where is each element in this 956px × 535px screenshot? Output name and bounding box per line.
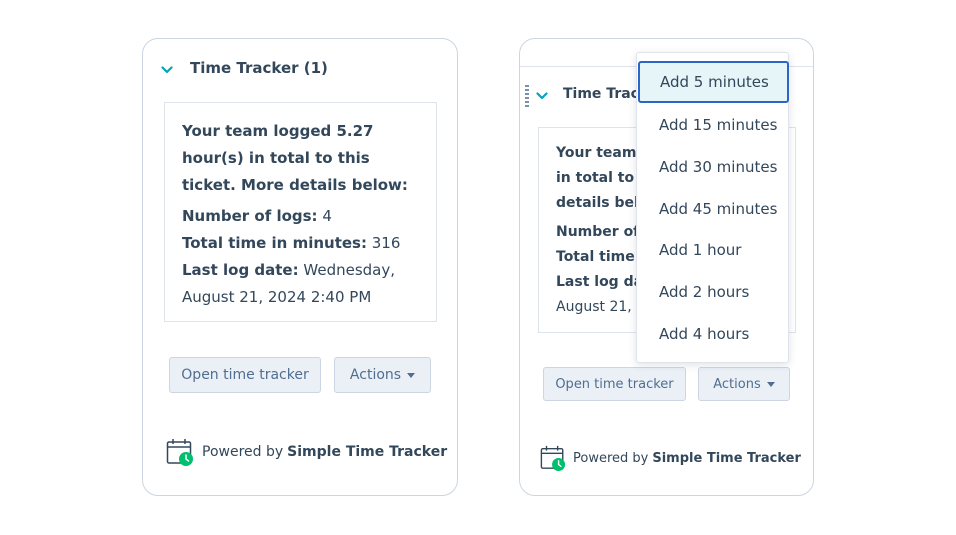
drag-handle-icon[interactable] [525, 84, 529, 108]
row-value: 4 [322, 207, 332, 225]
footer-prefix: Powered by [573, 450, 649, 466]
menu-item-add-5-minutes[interactable]: Add 5 minutes [638, 61, 789, 103]
actions-button[interactable]: Actions [334, 357, 431, 393]
menu-item-add-1-hour[interactable]: Add 1 hour [637, 229, 790, 271]
chevron-down-icon[interactable] [161, 66, 173, 74]
actions-label: Actions [349, 367, 402, 383]
footer-prefix: Powered by [202, 444, 284, 460]
row-value: August 21, 2 [556, 299, 646, 315]
summary-line: Your team [556, 145, 637, 161]
summary-box: Your team logged 5.27 hour(s) in total t… [164, 102, 437, 322]
menu-item-add-30-minutes[interactable]: Add 30 minutes [637, 146, 790, 188]
row-value: 316 [371, 234, 401, 252]
summary-text: Your team logged 5.27 hour(s) in total t… [182, 122, 408, 194]
menu-item-add-4-hours[interactable]: Add 4 hours [637, 313, 790, 355]
footer-brand: Simple Time Tracker [652, 450, 801, 466]
actions-label: Actions [713, 376, 761, 392]
summary-line: in total to t [556, 170, 646, 186]
time-tracker-card-left: Time Tracker (1) Your team logged 5.27 h… [142, 38, 458, 496]
menu-item-add-15-minutes[interactable]: Add 15 minutes [637, 104, 790, 146]
calendar-clock-icon [166, 439, 193, 466]
open-time-tracker-button[interactable]: Open time tracker [169, 357, 321, 393]
menu-item-add-45-minutes[interactable]: Add 45 minutes [637, 188, 790, 230]
card-title[interactable]: Time Trac [563, 86, 639, 102]
row-label: Total time in minutes: [182, 234, 367, 252]
caret-down-icon [407, 372, 416, 378]
row-label: Total time i [556, 249, 645, 265]
powered-by-footer: Powered by Simple Time Tracker [166, 437, 447, 467]
row-total-time: Total time in minutes: 316 [182, 230, 400, 257]
actions-button[interactable]: Actions [698, 367, 790, 401]
summary-line: details belo [556, 195, 649, 211]
row-label: Number of logs: [182, 207, 318, 225]
card-title[interactable]: Time Tracker (1) [190, 59, 328, 77]
open-time-tracker-button[interactable]: Open time tracker [543, 367, 686, 401]
row-number-of-logs: Number of logs: 4 [182, 203, 332, 230]
row-label: Number of [556, 224, 640, 240]
actions-dropdown-menu: Add 5 minutes Add 15 minutes Add 30 minu… [636, 52, 789, 363]
calendar-clock-icon [540, 445, 566, 471]
footer-brand: Simple Time Tracker [287, 444, 448, 460]
chevron-down-icon[interactable] [536, 92, 548, 100]
row-label: Last log date: [182, 261, 299, 279]
menu-item-add-2-hours[interactable]: Add 2 hours [637, 271, 790, 313]
caret-down-icon [766, 381, 775, 387]
row-last-log-date: Last log date: Wednesday, August 21, 202… [182, 257, 427, 311]
powered-by-footer: Powered by Simple Time Tracker [540, 444, 801, 472]
row-label: Last log da [556, 274, 644, 290]
